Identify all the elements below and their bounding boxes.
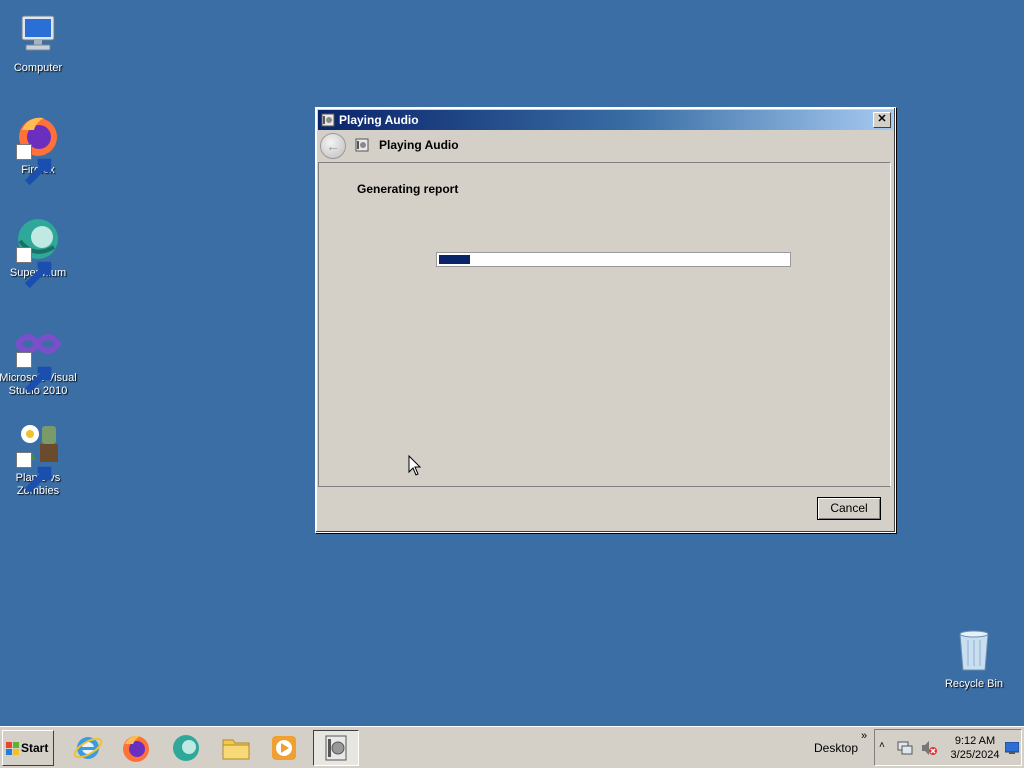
computer-icon bbox=[14, 10, 62, 58]
shortcut-arrow-icon bbox=[16, 144, 52, 186]
dialog-content: Generating report bbox=[318, 162, 891, 487]
cancel-button[interactable]: Cancel bbox=[817, 497, 881, 520]
mouse-cursor-icon bbox=[408, 455, 422, 476]
supermium-taskbar-button[interactable] bbox=[168, 730, 204, 766]
toolbar-chevron-icon[interactable]: » bbox=[861, 730, 867, 742]
status-text: Generating report bbox=[357, 182, 459, 196]
network-icon[interactable] bbox=[897, 740, 913, 756]
explorer-taskbar-button[interactable] bbox=[218, 730, 254, 766]
firefox-icon bbox=[14, 112, 62, 186]
playing-audio-dialog: Playing Audio ✕ ← Playing Audio Generati… bbox=[315, 107, 896, 533]
dialog-title: Playing Audio bbox=[339, 113, 419, 127]
supermium-icon bbox=[14, 215, 62, 289]
notification-area: ˄ 9:12 AM 3/25/2024 bbox=[874, 729, 1022, 766]
desktop-icon-label: Recycle Bin bbox=[944, 678, 1004, 690]
media-player-icon bbox=[272, 736, 296, 760]
wizard-navbar: ← Playing Audio bbox=[318, 130, 893, 162]
show-hidden-icons-button[interactable]: ˄ bbox=[879, 740, 885, 751]
shortcut-arrow-icon bbox=[16, 452, 52, 494]
dialog-titlebar[interactable]: Playing Audio ✕ bbox=[318, 110, 893, 130]
supermium-icon bbox=[173, 735, 199, 761]
firefox-taskbar-button[interactable] bbox=[118, 730, 154, 766]
taskbar: Start Desktop » ˄ 9:12 AM 3/25/2024 bbox=[0, 726, 1024, 768]
audio-device-icon bbox=[355, 138, 369, 152]
internet-explorer-taskbar-button[interactable] bbox=[70, 730, 106, 766]
close-button[interactable]: ✕ bbox=[873, 112, 891, 128]
recycle-bin-icon bbox=[950, 626, 998, 674]
progress-bar bbox=[436, 252, 791, 267]
desktop-icon-label: Computer bbox=[13, 62, 63, 74]
visual-studio-icon bbox=[14, 320, 62, 394]
clock-date: 3/25/2024 bbox=[950, 749, 1000, 761]
clock[interactable]: 9:12 AM 3/25/2024 bbox=[947, 734, 1003, 762]
playing-audio-taskbar-button[interactable] bbox=[313, 730, 359, 766]
desktop-toolbar-label[interactable]: Desktop bbox=[814, 741, 858, 755]
internet-explorer-icon bbox=[73, 737, 103, 759]
volume-muted-icon[interactable] bbox=[921, 740, 937, 756]
audio-device-icon bbox=[325, 735, 347, 761]
wizard-title: Playing Audio bbox=[379, 138, 459, 152]
folder-icon bbox=[222, 739, 250, 760]
desktop-icon-firefox[interactable]: Firefox bbox=[0, 112, 78, 186]
start-label: Start bbox=[21, 741, 49, 755]
desktop-icon-recycle-bin[interactable]: Recycle Bin bbox=[934, 626, 1014, 691]
shortcut-arrow-icon bbox=[16, 352, 52, 394]
media-player-taskbar-button[interactable] bbox=[266, 730, 302, 766]
progress-fill bbox=[439, 255, 471, 264]
firefox-icon bbox=[123, 735, 149, 762]
back-button[interactable]: ← bbox=[320, 133, 346, 159]
desktop-icon-supermium[interactable]: Supermium bbox=[0, 215, 78, 289]
clock-time: 9:12 AM bbox=[954, 735, 996, 747]
desktop-icon-computer[interactable]: Computer bbox=[0, 10, 78, 75]
back-arrow-icon: ← bbox=[326, 138, 340, 154]
audio-device-icon bbox=[321, 113, 335, 127]
show-desktop-icon[interactable] bbox=[1005, 742, 1019, 754]
plants-vs-zombies-icon bbox=[14, 420, 62, 494]
start-button[interactable]: Start bbox=[2, 730, 54, 766]
desktop-icon-plants-vs-zombies[interactable]: Plants vs Zombies bbox=[0, 420, 78, 498]
windows-flag-icon bbox=[6, 742, 19, 755]
desktop-icon-visual-studio[interactable]: Microsoft Visual Studio 2010 bbox=[0, 320, 78, 398]
shortcut-arrow-icon bbox=[16, 247, 52, 289]
